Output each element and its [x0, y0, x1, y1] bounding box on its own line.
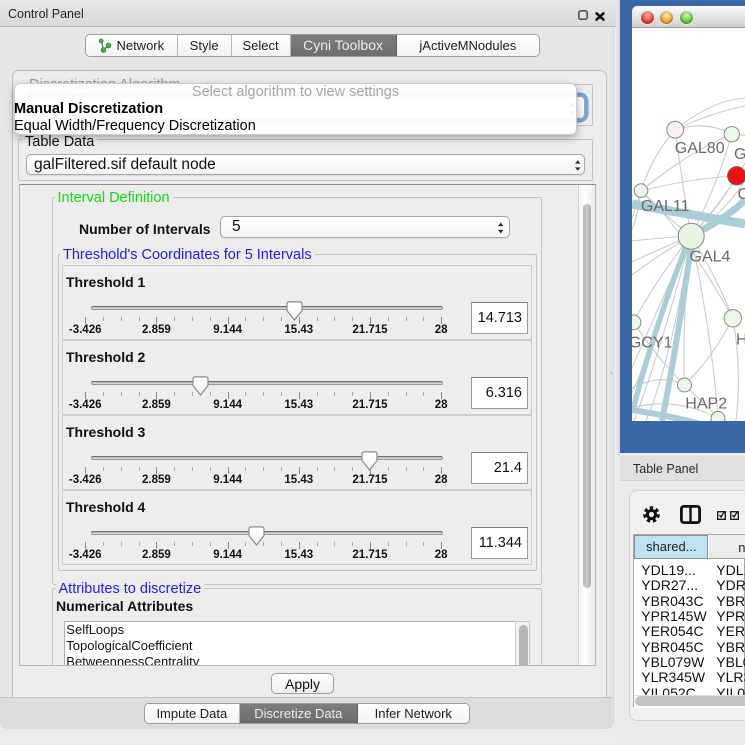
svg-text:GCY1: GCY1 — [632, 334, 672, 351]
svg-text:HAP2: HAP2 — [685, 396, 727, 413]
svg-text:GAL80: GAL80 — [675, 140, 725, 157]
svg-text:H: H — [736, 332, 745, 349]
svg-text:GA: GA — [734, 146, 745, 163]
svg-text:GAL11: GAL11 — [641, 198, 690, 215]
svg-text:C: C — [738, 186, 745, 203]
svg-text:GAL4: GAL4 — [690, 248, 731, 265]
